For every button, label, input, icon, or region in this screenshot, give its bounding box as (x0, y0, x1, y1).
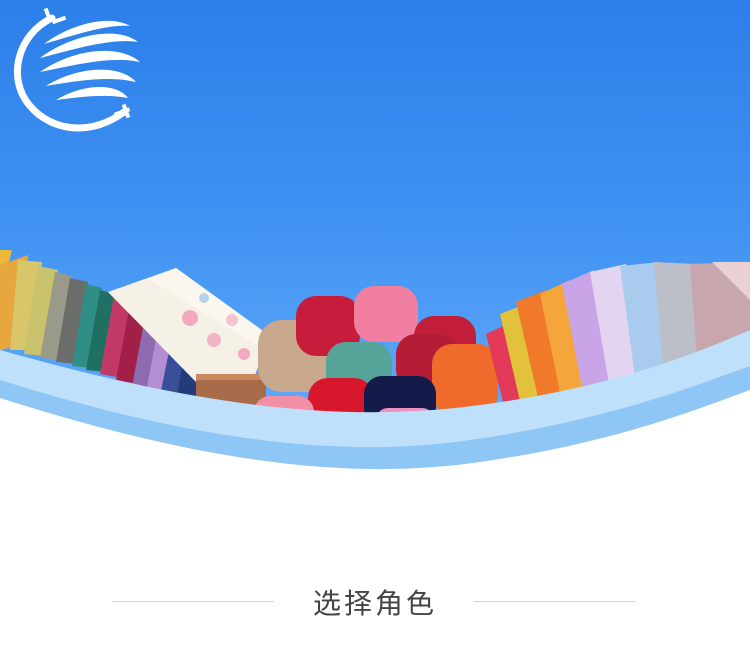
role-section-header: 选择角色 (0, 572, 750, 632)
divider-right (474, 601, 636, 602)
globe-swoosh-logo-icon (13, 7, 140, 132)
section-title: 选择角色 (312, 587, 437, 620)
banner-hero (0, 0, 750, 480)
